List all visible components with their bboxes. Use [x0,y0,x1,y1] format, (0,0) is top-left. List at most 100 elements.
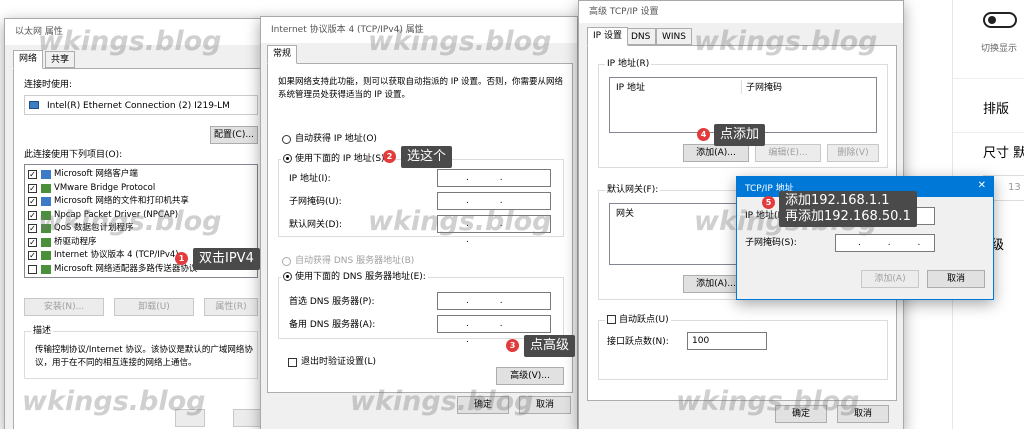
step-3-badge: 3 [506,339,519,352]
ip-edit-button[interactable]: 编辑(E)... [755,144,821,162]
preferred-dns-input[interactable]: . . . [437,292,551,322]
manual-dns-radio[interactable] [283,272,292,281]
tab-sharing[interactable]: 共享 [45,51,76,68]
auto-dns-label: 自动获得 DNS 服务器地址(B) [295,256,415,266]
ethernet-ok-button[interactable] [175,409,205,427]
close-icon[interactable]: ✕ [978,180,986,191]
item-label: Internet 协议版本 4 (TCP/IPv4) [54,250,179,260]
ip-address-input[interactable]: . . . [437,169,551,199]
metric-group-title: 自动跃点(U) [605,314,671,326]
toggle-switch[interactable] [983,12,1017,28]
auto-ip-label: 自动获得 IP 地址(O) [295,134,377,144]
manual-dns-title: 使用下面的 DNS 服务器地址(E): [281,271,428,283]
advanced-button[interactable]: 高级(V)... [496,367,564,385]
metric-group: 自动跃点(U) 接口跃点数(N): 100 [598,314,888,380]
ethernet-window-title: 以太网 属性 [5,19,265,45]
item-label: VMware Bridge Protocol [54,182,156,193]
step-3-callout: 点高级 [524,335,576,357]
tab-ip-settings[interactable]: IP 设置 [587,27,628,46]
manual-dns-group: 使用下面的 DNS 服务器地址(E): 首选 DNS 服务器(P): . . .… [278,271,564,345]
step-2-badge: 2 [383,150,396,163]
advanced-cancel-button[interactable]: 取消 [837,405,889,423]
description-group: 描述 传输控制协议/Internet 协议。该协议是默认的广域网络协议，用于在不… [24,325,258,379]
manual-ip-group: 使用下面的 IP 地址(S): IP 地址(I): . . . 子网掩码(U):… [278,153,564,245]
auto-metric-checkbox[interactable] [607,315,616,324]
gateway-label: 默认网关(D): [289,220,342,230]
advanced-ok-button[interactable]: 确定 [775,405,827,423]
alternate-dns-label: 备用 DNS 服务器(A): [289,320,376,330]
step-4-callout: 点添加 [714,124,766,146]
item-label: 桥驱动程序 [54,236,97,247]
manual-dns-label: 使用下面的 DNS 服务器地址(E): [295,272,426,282]
adapter-name: Intel(R) Ethernet Connection (2) I219-LM [47,101,230,111]
dialog-add-button[interactable]: 添加(A) [861,270,919,288]
ip-address-label: IP 地址(I): [289,174,331,184]
interface-metric-input[interactable]: 100 [687,332,767,350]
size-value: 13 [1008,182,1021,193]
item-label: Microsoft 网络适配器多路传送器协议 [54,263,198,274]
configure-button[interactable]: 配置(C)... [210,126,258,144]
ip-add-button[interactable]: 添加(A)... [683,144,749,162]
item-checkbox[interactable]: ✓ [28,251,37,260]
interface-metric-value: 100 [692,336,710,346]
item-label: Microsoft 网络的文件和打印机共享 [54,196,189,206]
item-checkbox[interactable]: ✓ [28,210,37,220]
sort-label: 排版 [983,102,1010,117]
col-ip-address: IP 地址 [616,83,645,93]
ip-address-group-title: IP 地址(R) [605,58,652,70]
protocol-icon [41,264,51,274]
install-button[interactable]: 安装(N)... [24,298,104,316]
step-5-line-2: 再添加192.168.50.1 [785,209,911,224]
description-text: 传输控制协议/Internet 协议。该协议是默认的广域网络协议，用于在不同的相… [35,345,253,368]
col-subnet-mask: 子网掩码 [746,83,783,93]
col-gateway: 网关 [616,209,635,219]
ethernet-cancel-button[interactable] [233,409,263,427]
item-label: QoS 数据包计划程序 [54,223,134,233]
subnet-mask-input[interactable]: . . . [437,192,551,222]
step-4-badge: 4 [697,128,710,141]
validate-checkbox[interactable] [288,358,297,367]
auto-metric-label: 自动跃点(U) [619,315,669,325]
auto-ip-radio[interactable] [282,135,291,144]
interface-metric-label: 接口跃点数(N): [607,337,669,347]
subnet-mask-label: 子网掩码(U): [289,197,342,207]
ip-remove-button[interactable]: 删除(V) [827,144,879,162]
item-checkbox[interactable]: ✓ [28,224,37,233]
tab-network[interactable]: 网络 [13,50,44,69]
properties-button[interactable]: 属性(R) [204,298,258,316]
item-checkbox[interactable] [28,264,37,274]
dialog-cancel-button[interactable]: 取消 [927,270,985,288]
alternate-dns-input[interactable]: . . . [437,315,551,345]
step-5-badge: 5 [762,196,775,209]
gateway-input[interactable]: . . . [437,215,551,245]
preferred-dns-label: 首选 DNS 服务器(P): [289,297,375,307]
manual-ip-radio[interactable] [283,154,292,163]
auto-dns-radio[interactable] [282,257,291,266]
tab-general[interactable]: 常规 [267,45,298,64]
ipv4-properties-window: Internet 协议版本 4 (TCP/IPv4) 属性 常规 如果网络支持此… [260,16,578,429]
tab-dns[interactable]: DNS [625,28,657,45]
ipv4-cancel-button[interactable]: 取消 [519,396,571,414]
manual-ip-label: 使用下面的 IP 地址(S): [295,154,388,164]
protocol-icon [41,251,51,260]
uninstall-button[interactable]: 卸载(U) [114,298,194,316]
advanced-window-title: 高级 TCP/IP 设置 [579,1,903,23]
step-5-callout: 添加192.168.1.1 再添加192.168.50.1 [779,191,917,227]
step-2-callout: 选这个 [401,146,453,168]
network-client-icon [41,170,51,179]
step-1-badge: 1 [175,252,188,265]
dialog-mask-input[interactable]: . . . [835,234,935,252]
tab-wins[interactable]: WINS [656,28,692,45]
protocol-icon [41,210,51,220]
item-checkbox[interactable]: ✓ [28,237,37,247]
protocol-icon [41,224,51,233]
dialog-mask-label: 子网掩码(S): [745,238,797,248]
item-label: Npcap Packet Driver (NPCAP) [54,209,179,220]
step-5-line-1: 添加192.168.1.1 [785,193,890,208]
item-checkbox[interactable]: ✓ [28,197,37,206]
item-checkbox[interactable]: ✓ [28,183,37,193]
ipv4-ok-button[interactable]: 确定 [457,396,509,414]
toggle-label: 切换显示 [981,44,1018,54]
gateway-group-title: 默认网关(F): [605,184,661,196]
item-checkbox[interactable]: ✓ [28,170,37,179]
